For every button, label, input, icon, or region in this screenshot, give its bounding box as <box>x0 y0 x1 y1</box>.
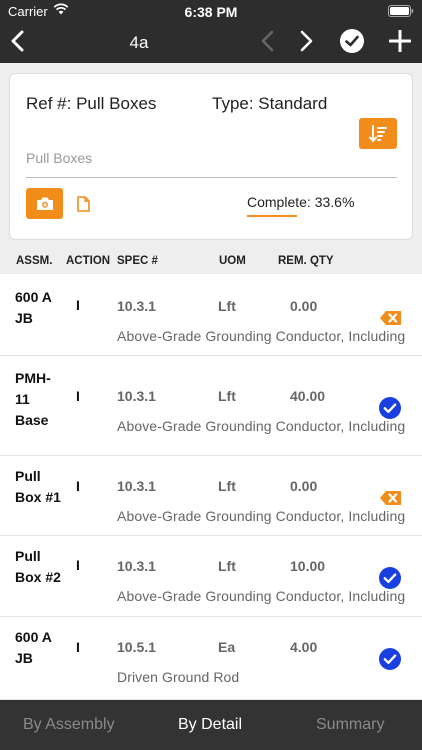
spec-number: 10.3.1 <box>117 558 156 574</box>
ref-number: Ref #: Pull Boxes <box>26 94 157 113</box>
item-description: Above-Grade Grounding Conductor, Includi… <box>117 418 406 434</box>
document-icon[interactable] <box>77 196 90 212</box>
action-code: I <box>76 557 80 573</box>
remaining-qty: 0.00 <box>290 478 318 494</box>
spec-number: 10.5.1 <box>117 639 156 655</box>
camera-button[interactable] <box>26 188 63 219</box>
chevron-right-icon <box>300 30 313 52</box>
unit-of-measure: Lft <box>218 388 236 404</box>
sort-icon <box>369 124 387 142</box>
check-circle-icon <box>340 29 364 53</box>
column-spec: SPEC # <box>117 255 158 267</box>
bottom-tab-bar: By Assembly By Detail Summary <box>0 700 422 750</box>
plus-icon <box>389 30 411 52</box>
table-row[interactable]: PMH-11 Base I 10.3.1 Lft 40.00 Above-Gra… <box>0 356 422 456</box>
assembly-name: Pull Box #2 <box>15 548 61 585</box>
remaining-qty: 40.00 <box>290 388 326 404</box>
sort-button[interactable] <box>359 118 397 149</box>
page-title: 4a <box>129 33 149 52</box>
next-button[interactable] <box>292 26 322 56</box>
table-row[interactable]: Pull Box #2 I 10.3.1 Lft 10.00 Above-Gra… <box>0 536 422 617</box>
remove-icon[interactable] <box>378 306 402 330</box>
table-row[interactable]: 600 A JB I 10.5.1 Ea 4.00 Driven Ground … <box>0 617 422 700</box>
action-code: I <box>76 388 80 404</box>
column-action: ACTION <box>66 255 111 267</box>
unit-of-measure: Lft <box>218 298 236 314</box>
status-bar: Carrier 6:38 PM <box>0 0 422 22</box>
spec-number: 10.3.1 <box>117 478 156 494</box>
battery-icon <box>388 5 414 17</box>
spec-number: 10.3.1 <box>117 298 156 314</box>
item-description: Above-Grade Grounding Conductor, Includi… <box>117 508 406 524</box>
table-row[interactable]: Pull Box #1 I 10.3.1 Lft 0.00 Above-Grad… <box>0 456 422 536</box>
complete-button[interactable] <box>337 26 367 56</box>
remaining-qty: 10.00 <box>290 558 326 574</box>
column-remaining-qty: REM. QTY <box>278 255 334 267</box>
remaining-qty: 0.00 <box>290 298 318 314</box>
column-header-row: ASSM. ACTION SPEC # UOM REM. QTY <box>0 251 422 273</box>
camera-icon <box>36 197 53 210</box>
detail-list: 600 A JB I 10.3.1 Lft 0.00 Above-Grade G… <box>0 274 422 700</box>
remaining-qty: 4.00 <box>290 639 318 655</box>
action-code: I <box>76 478 80 494</box>
column-uom: UOM <box>219 255 246 267</box>
top-bar: Carrier 6:38 PM 4a <box>0 0 422 63</box>
assembly-name: Pull Box #1 <box>15 468 61 505</box>
table-row[interactable]: 600 A JB I 10.3.1 Lft 0.00 Above-Grade G… <box>0 274 422 356</box>
action-code: I <box>76 639 80 655</box>
check-icon[interactable] <box>378 647 402 671</box>
previous-button[interactable] <box>252 26 282 56</box>
assembly-name: 600 A JB <box>15 289 52 326</box>
type-label: Type: Standard <box>212 94 328 113</box>
unit-of-measure: Ea <box>218 639 236 655</box>
clock: 6:38 PM <box>184 4 238 20</box>
assembly-name: PMH-11 Base <box>15 370 51 428</box>
assembly-name: 600 A JB <box>15 629 52 666</box>
unit-of-measure: Lft <box>218 558 236 574</box>
item-description: Above-Grade Grounding Conductor, Includi… <box>117 588 406 604</box>
spec-number: 10.3.1 <box>117 388 156 404</box>
check-icon[interactable] <box>378 396 402 420</box>
complete-underline <box>247 215 297 217</box>
reference-field[interactable]: Pull Boxes <box>26 149 397 178</box>
unit-of-measure: Lft <box>218 478 236 494</box>
tab-by-detail[interactable]: By Detail <box>178 716 242 734</box>
item-description: Above-Grade Grounding Conductor, Includi… <box>117 328 406 344</box>
remove-icon[interactable] <box>378 486 402 510</box>
reference-card: Ref #: Pull Boxes Type: Standard Pull Bo… <box>9 73 413 240</box>
column-assembly: ASSM. <box>16 255 53 267</box>
item-description: Driven Ground Rod <box>117 669 240 685</box>
tab-by-assembly[interactable]: By Assembly <box>23 716 115 734</box>
check-icon[interactable] <box>378 566 402 590</box>
tab-summary[interactable]: Summary <box>316 716 384 734</box>
nav-bar: 4a <box>0 22 422 63</box>
action-code: I <box>76 297 80 313</box>
complete-percent: Complete: 33.6% <box>247 194 355 210</box>
chevron-left-icon <box>261 30 274 52</box>
add-button[interactable] <box>385 26 415 56</box>
